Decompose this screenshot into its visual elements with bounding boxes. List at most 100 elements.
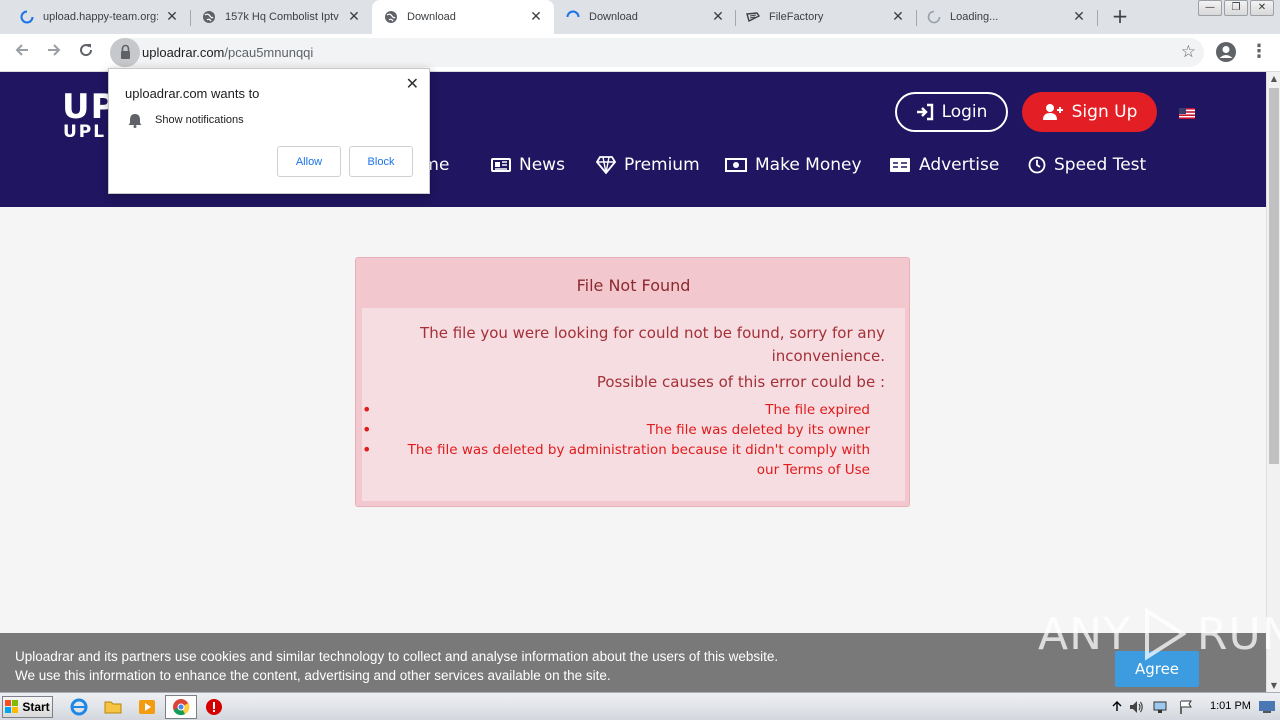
- watermark-text-left: ANY: [1038, 608, 1131, 660]
- us-flag-icon[interactable]: [1179, 108, 1195, 119]
- nav-make-money[interactable]: Make Money: [725, 154, 862, 176]
- windows-logo-icon: [5, 700, 19, 713]
- url-domain: uploadrar.com: [142, 45, 225, 60]
- signup-button[interactable]: Sign Up: [1022, 92, 1157, 132]
- nav-premium-label: Premium: [624, 155, 700, 175]
- scroll-down-arrow-icon[interactable]: ▼: [1267, 681, 1280, 690]
- url-text: uploadrar.com/pcau5mnunqqi: [142, 45, 313, 60]
- money-bill-icon: [725, 158, 747, 172]
- stop-sign-icon[interactable]: [205, 698, 223, 716]
- clock-icon: [1028, 156, 1046, 174]
- close-tab-icon[interactable]: ✕: [1071, 9, 1087, 25]
- tab-title: Loading...: [950, 11, 999, 23]
- cookie-text: Uploadrar and its partners use cookies a…: [15, 647, 778, 685]
- action-center-flag-icon[interactable]: [1178, 699, 1194, 715]
- start-button[interactable]: Start: [2, 696, 53, 718]
- nav-advertise[interactable]: Advertise: [889, 154, 999, 176]
- profile-avatar-icon[interactable]: [1215, 41, 1237, 63]
- site-info-button[interactable]: [110, 38, 140, 67]
- chevron-up-icon[interactable]: [1112, 700, 1122, 712]
- forward-button[interactable]: [43, 42, 65, 64]
- signup-label: Sign Up: [1071, 102, 1138, 122]
- cookie-text-line: Uploadrar and its partners use cookies a…: [15, 649, 779, 664]
- bookmark-star-icon[interactable]: ☆: [1181, 42, 1196, 62]
- user-plus-icon: [1042, 104, 1063, 120]
- taskbar-chrome-button[interactable]: [165, 695, 197, 719]
- page-scrollbar[interactable]: ▲ ▼: [1266, 72, 1280, 692]
- nav-news[interactable]: News: [491, 154, 565, 176]
- chrome-icon: [173, 699, 190, 716]
- media-player-icon[interactable]: [138, 698, 156, 716]
- network-icon[interactable]: [1152, 699, 1168, 715]
- window-controls: — ❐ ✕: [1196, 0, 1274, 16]
- nav-make-money-label: Make Money: [755, 155, 862, 175]
- internet-explorer-icon[interactable]: [70, 698, 88, 716]
- scroll-thumb[interactable]: [1269, 88, 1279, 464]
- close-tab-icon[interactable]: ✕: [710, 9, 726, 25]
- nav-speed-test-label: Speed Test: [1054, 155, 1147, 175]
- folder-icon[interactable]: [104, 698, 122, 716]
- error-title: File Not Found: [576, 276, 691, 295]
- restore-button[interactable]: ❐: [1224, 0, 1248, 16]
- notification-permission-dialog: uploadrar.com wants to ✕ Show notificati…: [108, 68, 430, 194]
- tab-title: 157k Hq Combolist Iptv S: [225, 11, 340, 23]
- scroll-up-arrow-icon[interactable]: ▲: [1267, 74, 1280, 83]
- taskbar-clock[interactable]: 1:01 PM: [1210, 700, 1251, 712]
- close-window-button[interactable]: ✕: [1250, 0, 1274, 16]
- ad-card-icon: [890, 158, 910, 172]
- address-bar[interactable]: uploadrar.com/pcau5mnunqqi ☆: [110, 38, 1204, 67]
- browser-tab[interactable]: 157k Hq Combolist Iptv S ✕: [182, 0, 372, 34]
- close-tab-icon[interactable]: ✕: [890, 9, 906, 25]
- dialog-title: uploadrar.com wants to: [125, 86, 260, 101]
- volume-icon[interactable]: [1128, 699, 1144, 715]
- anyrun-watermark: ANY RUN: [1038, 605, 1280, 663]
- error-causes-list: The file expired The file was deleted by…: [362, 400, 905, 480]
- browser-toolbar: uploadrar.com/pcau5mnunqqi ☆ ⋮: [0, 34, 1280, 72]
- close-tab-icon[interactable]: ✕: [164, 9, 180, 25]
- error-card: File Not Found The file you were looking…: [355, 257, 910, 507]
- arrow-right-icon: [48, 44, 61, 56]
- arrow-left-icon: [15, 44, 28, 56]
- browser-tab[interactable]: Loading... ✕: [917, 0, 1097, 34]
- browser-tab[interactable]: upload.happy-team.org: ✕: [0, 0, 190, 34]
- error-body: The file you were looking for could not …: [362, 308, 905, 501]
- browser-tab[interactable]: FileFactory ✕: [736, 0, 916, 34]
- filefactory-icon: [746, 12, 760, 23]
- nav-advertise-label: Advertise: [919, 155, 1000, 175]
- system-tray: [1106, 693, 1280, 720]
- browser-tab[interactable]: Download ✕: [554, 0, 736, 34]
- login-label: Login: [941, 102, 988, 122]
- show-desktop-icon[interactable]: [1258, 700, 1276, 714]
- minimize-button[interactable]: —: [1198, 0, 1222, 16]
- sign-in-icon: [916, 103, 933, 121]
- globe-icon: [385, 11, 397, 23]
- nav-speed-test[interactable]: Speed Test: [1028, 154, 1146, 176]
- login-button[interactable]: Login: [895, 92, 1008, 132]
- browser-tab-active[interactable]: Download ✕: [372, 0, 554, 34]
- play-triangle-icon: [1144, 607, 1187, 661]
- reload-icon: [80, 44, 93, 57]
- block-button[interactable]: Block: [349, 146, 413, 177]
- windows-taskbar: Start 1:01 PM: [0, 692, 1280, 720]
- tab-title: Download: [589, 11, 638, 23]
- nav-premium[interactable]: Premium: [596, 154, 700, 176]
- close-tab-icon[interactable]: ✕: [528, 9, 544, 25]
- browser-menu-icon[interactable]: ⋮: [1250, 41, 1268, 63]
- diamond-icon: [596, 156, 616, 174]
- new-tab-button[interactable]: +: [1108, 5, 1132, 29]
- url-path: /pcau5mnunqqi: [224, 45, 314, 60]
- close-tab-icon[interactable]: ✕: [346, 9, 362, 25]
- error-causes-heading: Possible causes of this error could be :: [596, 373, 885, 391]
- loading-spinner-icon: [927, 10, 941, 24]
- list-item: The file was deleted by administration b…: [362, 440, 905, 480]
- reload-button[interactable]: [75, 42, 97, 64]
- list-item: The file expired: [362, 400, 905, 420]
- nav-news-label: News: [519, 155, 565, 175]
- list-item: The file was deleted by its owner: [362, 420, 905, 440]
- globe-icon: [203, 11, 215, 23]
- tab-title: upload.happy-team.org:: [43, 11, 158, 23]
- close-icon[interactable]: ✕: [406, 74, 419, 93]
- browser-tab-strip: upload.happy-team.org: ✕ 157k Hq Comboli…: [0, 0, 1280, 34]
- allow-button[interactable]: Allow: [277, 146, 341, 177]
- back-button[interactable]: [11, 42, 33, 64]
